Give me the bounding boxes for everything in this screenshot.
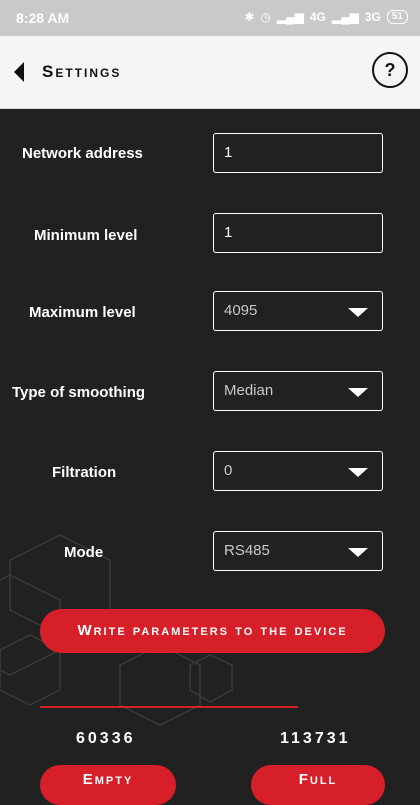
network-address-label: Network address: [22, 145, 143, 162]
chevron-down-icon: [348, 468, 368, 477]
help-button[interactable]: ?: [372, 52, 408, 88]
alarm-icon: ◷: [260, 10, 271, 24]
network-type-3g: 3G: [364, 10, 381, 24]
mode-label: Mode: [64, 544, 104, 561]
mode-select[interactable]: RS485: [213, 531, 383, 571]
signal-icon-2: ▂▄▆: [331, 10, 359, 24]
maximum-level-select[interactable]: 4095: [213, 291, 383, 331]
minimum-level-label: Minimum level: [34, 227, 138, 244]
chevron-down-icon: [348, 308, 368, 317]
battery-level: 51: [391, 11, 403, 22]
signal-icon: ▂▄▆: [276, 10, 304, 24]
smoothing-type-select[interactable]: Median: [213, 371, 383, 411]
status-time: 8:28 AM: [16, 10, 70, 26]
battery-icon: 51: [386, 10, 408, 24]
maximum-level-label: Maximum level: [29, 304, 136, 321]
empty-reading: 60336: [76, 730, 136, 747]
minimum-level-input[interactable]: 1: [213, 213, 383, 253]
write-parameters-button[interactable]: Write parameters to the device: [40, 609, 385, 653]
status-bar: 8:28 AM ✱ ◷ ▂▄▆ 4G ▂▄▆ 3G 51: [0, 0, 420, 36]
mode-value: RS485: [224, 542, 270, 559]
smoothing-type-value: Median: [224, 382, 274, 399]
minimum-level-value: 1: [224, 224, 233, 241]
status-icons: ✱ ◷ ▂▄▆ 4G ▂▄▆ 3G 51: [244, 10, 408, 24]
network-address-value: 1: [224, 144, 233, 161]
full-reading: 113731: [280, 730, 351, 747]
smoothing-type-label: Type of smoothing: [12, 384, 146, 401]
back-arrow-icon[interactable]: [14, 62, 24, 82]
network-address-input[interactable]: 1: [213, 133, 383, 173]
chevron-down-icon: [348, 548, 368, 557]
bluetooth-icon: ✱: [244, 10, 255, 24]
empty-button[interactable]: Empty: [40, 765, 176, 805]
full-button[interactable]: Full: [251, 765, 385, 805]
help-icon: ?: [384, 60, 396, 80]
network-type-4g: 4G: [309, 10, 326, 24]
maximum-level-value: 4095: [224, 302, 258, 319]
page-title: Settings: [42, 62, 122, 81]
divider: [40, 706, 298, 708]
filtration-label: Filtration: [52, 464, 117, 481]
chevron-down-icon: [348, 388, 368, 397]
app-bar: Settings ?: [0, 36, 420, 109]
filtration-value: 0: [224, 462, 233, 479]
filtration-select[interactable]: 0: [213, 451, 383, 491]
